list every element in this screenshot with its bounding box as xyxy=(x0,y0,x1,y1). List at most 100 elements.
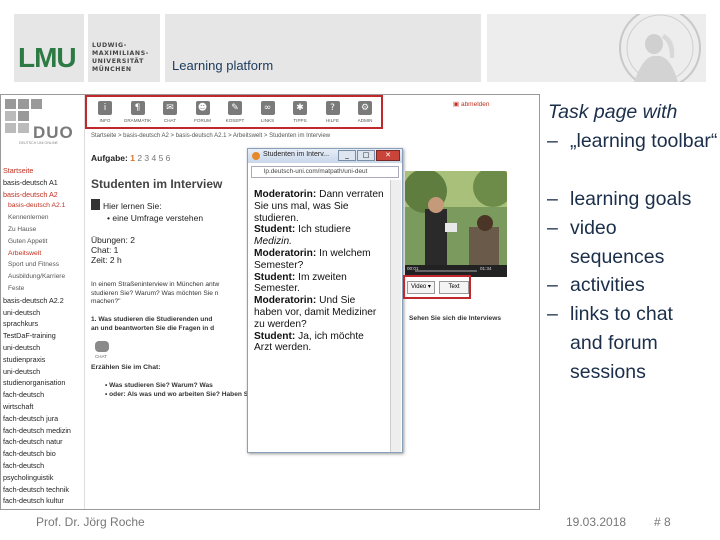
question-1-tail: Sehen Sie sich die Interviews xyxy=(409,315,501,322)
transcript-text-span: Dann verraten xyxy=(319,189,384,200)
toolbar-item-label: HILFE xyxy=(325,118,340,123)
sidebar-item[interactable]: basis-deutsch A2.2 xyxy=(3,296,64,305)
bullet-learning-goals: learning goals xyxy=(570,188,692,210)
transcript-text-span: Semester? xyxy=(254,259,304,271)
transcript-text: Moderatorin: Dann verraten Sie uns mal, w… xyxy=(254,189,384,354)
task-page-current[interactable]: 1 xyxy=(130,153,135,163)
transcript-line: Moderatorin: In welchem xyxy=(254,248,384,260)
video-player[interactable]: 00:01 01:34 xyxy=(405,171,507,277)
transcript-line: Arzt werden. xyxy=(254,342,384,354)
transcript-line: Student: Ja, ich möchte xyxy=(254,331,384,343)
minimize-button[interactable]: _ xyxy=(338,150,356,161)
sidebar-item[interactable]: TestDaF-training xyxy=(3,332,56,340)
sidebar-item[interactable]: fach-deutsch technik xyxy=(3,485,69,494)
bullet-dash-3: – xyxy=(547,217,558,239)
sidebar-item[interactable]: uni-deutsch xyxy=(3,308,40,317)
sidebar-item[interactable]: fach-deutsch medizin xyxy=(3,426,71,435)
transcript-popup: Studenten im Interv... _ □ ✕ lp.deutsch-… xyxy=(247,148,403,453)
lmu-logo: LMU xyxy=(18,42,77,73)
sidebar-item[interactable]: Sport und Fitness xyxy=(8,261,59,269)
toolbar-item-chat[interactable]: ✉ CHAT xyxy=(156,101,184,123)
chat-icon: ✉ xyxy=(163,101,177,115)
sidebar-item[interactable]: studienpraxis xyxy=(3,355,45,364)
info-icon: i xyxy=(98,101,112,115)
toolbar-item-label: CHAT xyxy=(163,118,177,123)
video-frame xyxy=(405,171,507,277)
slide: LMU LUDWIG- MAXIMILIANS- UNIVERSITÄT MÜN… xyxy=(0,0,720,540)
chat-icon[interactable] xyxy=(95,341,109,352)
transcript-line: Semester? xyxy=(254,260,384,272)
sidebar-item[interactable]: fach-deutsch xyxy=(3,391,44,399)
toolbar-item-info[interactable]: i INFO xyxy=(91,101,119,123)
popup-scrollbar[interactable] xyxy=(390,180,401,452)
transcript-line: Moderatorin: Dann verraten xyxy=(254,189,384,201)
logout-link[interactable]: ▣ abmelden xyxy=(453,100,490,108)
sidebar-item[interactable]: Guten Appetit xyxy=(8,238,47,246)
sidebar-item[interactable]: Zu Hause xyxy=(8,226,36,234)
task-page-links[interactable]: 2 3 4 5 6 xyxy=(137,153,170,163)
course-sidebar: DUO DEUTSCH UNI ONLINE Startseite basis-d… xyxy=(1,95,85,509)
transcript-text-span: Im zweiten xyxy=(298,271,347,283)
toolbar-item-label: KOSEPT xyxy=(225,118,245,123)
sidebar-item[interactable]: Arbeitswelt xyxy=(8,250,41,258)
tips-icon: ✱ xyxy=(293,101,307,115)
learning-goals-icon xyxy=(91,199,100,210)
video-time-start: 00:01 xyxy=(407,266,419,271)
transcript-line: Moderatorin: Und Sie xyxy=(254,295,384,307)
question-1: 1. Was studieren die Studierenden und an… xyxy=(91,316,215,332)
transcript-text-span: haben vor, damit Mediziner xyxy=(254,306,377,318)
sidebar-item[interactable]: psycholinguistik xyxy=(3,473,53,482)
sidebar-item[interactable]: uni-deutsch xyxy=(3,344,40,352)
sidebar-item[interactable]: Startseite xyxy=(3,167,33,175)
toolbar-item-kosept[interactable]: ✎ KOSEPT xyxy=(221,101,249,123)
sidebar-item[interactable]: basis-deutsch A2 xyxy=(3,190,58,199)
learning-goals-item: • eine Umfrage verstehen xyxy=(107,213,204,223)
chat-icon-label: CHAT xyxy=(95,354,107,359)
sidebar-item[interactable]: basis-deutsch A2.1 xyxy=(8,202,65,210)
close-button[interactable]: ✕ xyxy=(376,150,400,161)
toolbar-item-grammatik[interactable]: ¶ GRAMMATIK xyxy=(124,101,152,123)
toolbar-item-label: INFO xyxy=(99,118,111,123)
toolbar-item-forum[interactable]: ☻ FORUM xyxy=(189,101,217,123)
platform-label: Learning platform xyxy=(172,58,274,73)
transcript-speaker: Student: xyxy=(254,271,296,283)
bullet-dash-2: – xyxy=(547,188,558,210)
task-stats: Übungen: 2 Chat: 1 Zeit: 2 h xyxy=(91,235,135,265)
sidebar-item[interactable]: fach-deutsch natur xyxy=(3,438,63,446)
sidebar-item[interactable]: fach-deutsch bio xyxy=(3,450,56,458)
sidebar-item[interactable]: Feste xyxy=(8,285,24,293)
sidebar-item[interactable]: fach-deutsch kultur xyxy=(3,497,64,505)
sidebar-item[interactable]: Kennenlernen xyxy=(8,214,48,222)
sidebar-item[interactable]: sprachkurs xyxy=(3,320,38,328)
bullets-heading: Task page with xyxy=(548,101,678,123)
bullet-dash-1: – xyxy=(547,130,558,152)
university-name: LUDWIG- MAXIMILIANS- UNIVERSITÄT MÜNCHEN xyxy=(92,42,149,73)
sidebar-item[interactable]: uni-deutsch xyxy=(3,367,40,376)
transcript-text-span: studieren. xyxy=(254,212,299,224)
toolbar-item-admin[interactable]: ⚙ ADMIN xyxy=(351,101,379,123)
transcript-text-span: Arzt werden. xyxy=(254,342,312,354)
transcript-speaker: Moderatorin: xyxy=(254,189,317,200)
toolbar-item-hilfe[interactable]: ? HILFE xyxy=(319,101,347,123)
transcript-text-span: Sie uns mal, was Sie xyxy=(254,200,349,212)
transcript-text-span: zu werden? xyxy=(254,318,307,330)
sidebar-item[interactable]: fach-deutsch xyxy=(3,462,44,470)
toolbar-item-tipps[interactable]: ✱ TIPPS xyxy=(286,101,314,123)
sidebar-item[interactable]: studienorganisation xyxy=(3,379,65,387)
bullet-video-sequences: video sequences xyxy=(570,217,665,268)
sidebar-item[interactable]: fach-deutsch jura xyxy=(3,414,58,423)
task-pagination: Aufgabe: 1 2 3 4 5 6 xyxy=(91,153,171,163)
transcript-line: Sie uns mal, was Sie xyxy=(254,201,384,213)
sidebar-item[interactable]: basis-deutsch A1 xyxy=(3,178,58,187)
sidebar-item[interactable]: wirtschaft xyxy=(3,403,33,411)
url-text: lp.deutsch-uni.com/matpath/uni-deut xyxy=(264,168,368,175)
toolbar-item-links[interactable]: ∞ LINKS xyxy=(254,101,282,123)
sidebar-item[interactable]: Ausbildung/Karriere xyxy=(8,273,65,281)
intro-text: In einem Straßeninterview in München ant… xyxy=(91,281,220,306)
maximize-button[interactable]: □ xyxy=(357,150,375,161)
transcript-line: zu werden? xyxy=(254,319,384,331)
video-controls-highlight xyxy=(403,275,471,299)
learning-goals-title: Hier lernen Sie: xyxy=(103,201,162,211)
transcript-line: Semester. xyxy=(254,283,384,295)
transcript-line: haben vor, damit Mediziner xyxy=(254,307,384,319)
